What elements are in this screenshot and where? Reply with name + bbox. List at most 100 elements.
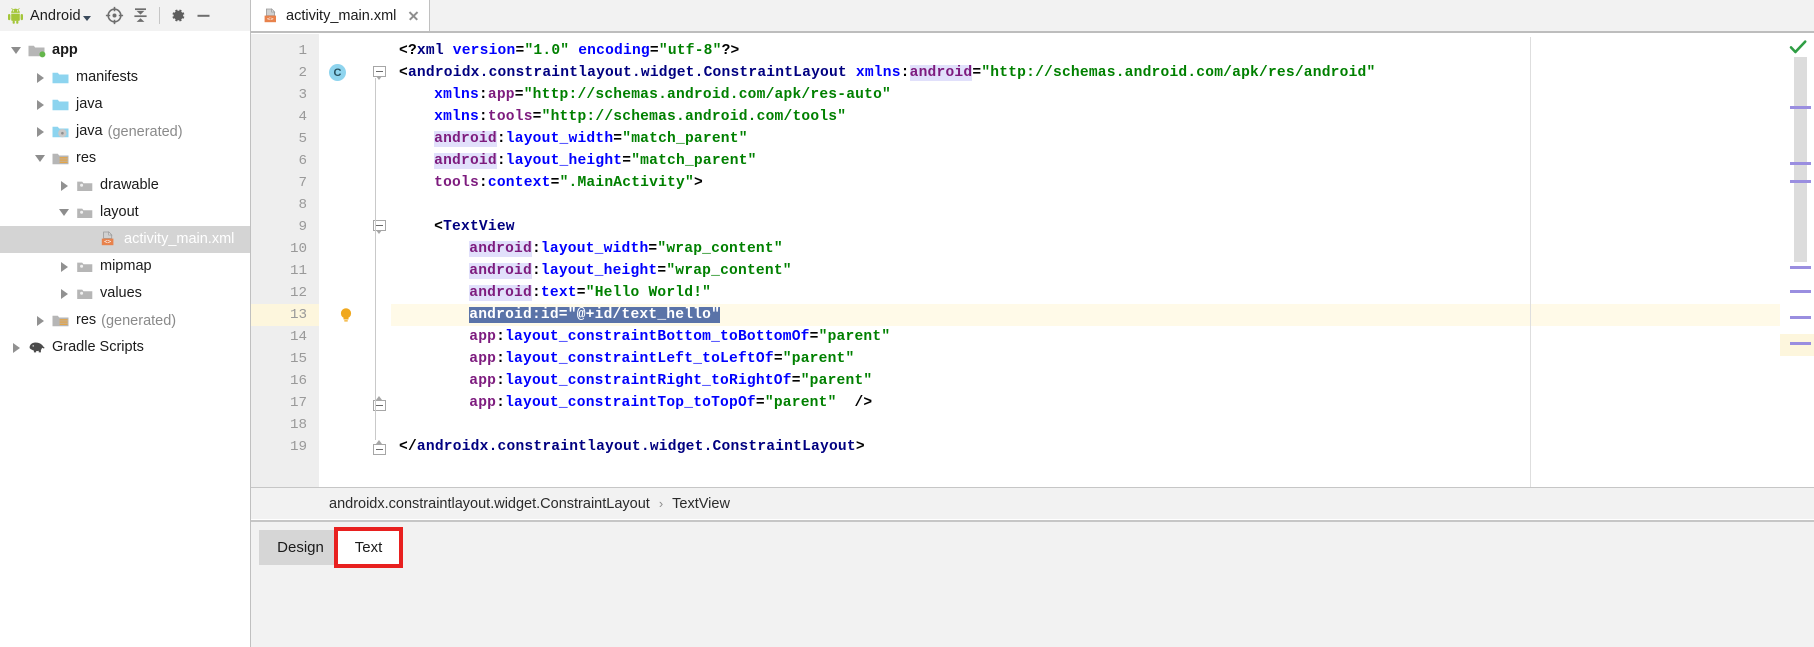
- chevron-right-icon[interactable]: [29, 118, 51, 145]
- usage-marker[interactable]: [1790, 290, 1811, 293]
- usage-marker[interactable]: [1790, 316, 1811, 319]
- line-number: 11: [289, 263, 307, 279]
- line-number: 7: [298, 175, 307, 191]
- code-line-15[interactable]: 15 app:layout_constraintLeft_toLeftOf="pa…: [251, 348, 1814, 370]
- tree-item-label: java: [76, 96, 103, 112]
- tree-item-res[interactable]: res (generated): [0, 307, 250, 334]
- breadcrumb-item-1[interactable]: TextView: [672, 496, 730, 512]
- tree-item-res[interactable]: res: [0, 145, 250, 172]
- minimize-icon[interactable]: [191, 3, 217, 29]
- class-marker-badge[interactable]: C: [329, 64, 346, 81]
- code-line-19[interactable]: 19 </androidx.constraintlayout.widget.Con…: [251, 436, 1814, 458]
- code-line-text: <androidx.constraintlayout.widget.Constr…: [399, 65, 1376, 81]
- tree-item-java[interactable]: java: [0, 91, 250, 118]
- code-line-10[interactable]: 10 android:layout_width="wrap_content": [251, 238, 1814, 260]
- folder-res-icon: [51, 149, 71, 169]
- tree-item-label: res: [76, 312, 97, 328]
- xml-layout-file-icon: <>: [263, 7, 279, 24]
- editor-marker-strip[interactable]: [1780, 34, 1814, 487]
- code-line-text: <TextView: [434, 219, 515, 235]
- usage-marker[interactable]: [1790, 162, 1811, 165]
- fold-guide-textview: [375, 232, 376, 416]
- tree-item-app[interactable]: app: [0, 37, 250, 64]
- line-number: 14: [289, 329, 307, 345]
- tree-item-gradle-scripts[interactable]: Gradle Scripts: [0, 334, 250, 361]
- editor-scrollbar-thumb[interactable]: [1794, 57, 1807, 262]
- tree-item-values[interactable]: values: [0, 280, 250, 307]
- chevron-right-icon[interactable]: [53, 280, 75, 307]
- tree-item-label: Gradle Scripts: [52, 339, 144, 355]
- chevron-right-icon[interactable]: [53, 253, 75, 280]
- code-line-6[interactable]: 6 android:layout_height="match_parent": [251, 150, 1814, 172]
- tree-item-drawable[interactable]: drawable: [0, 172, 250, 199]
- breadcrumb[interactable]: androidx.constraintlayout.widget.Constra…: [251, 487, 1814, 519]
- usage-marker[interactable]: [1790, 342, 1811, 345]
- intention-lightbulb-icon[interactable]: [337, 306, 355, 324]
- code-fold-up-icon[interactable]: [373, 440, 386, 459]
- code-line-13[interactable]: 13 android:id="@+id/text_hello": [251, 304, 1814, 326]
- code-editor-panel: 1 <?xml version="1.0" encoding="utf-8"?> 2…: [250, 31, 1814, 647]
- tree-item-label: drawable: [100, 177, 159, 193]
- tab-text-label: Text: [354, 539, 383, 556]
- editor-mode-tab-bar: Design Text: [251, 520, 1814, 647]
- code-line-5[interactable]: 5 android:layout_width="match_parent": [251, 128, 1814, 150]
- line-number: 18: [289, 417, 307, 433]
- code-line-17[interactable]: 17 app:layout_constraintTop_toTopOf="pare…: [251, 392, 1814, 414]
- code-line-4[interactable]: 4 xmlns:tools="http://schemas.android.com…: [251, 106, 1814, 128]
- code-line-12[interactable]: 12 android:text="Hello World!": [251, 282, 1814, 304]
- project-tree[interactable]: app manifests java java (generated) res drawab…: [0, 31, 250, 647]
- gradle-elephant-icon: [27, 338, 47, 358]
- code-line-11[interactable]: 11 android:layout_height="wrap_content": [251, 260, 1814, 282]
- code-line-background: [391, 194, 1814, 216]
- code-line-text: android:layout_width="match_parent": [434, 131, 748, 147]
- close-icon[interactable]: [407, 9, 420, 22]
- tab-text[interactable]: Text: [337, 530, 400, 565]
- chevron-down-icon[interactable]: [29, 145, 51, 172]
- editor-tab-activity-main-xml[interactable]: <> activity_main.xml: [251, 0, 431, 31]
- line-number: 9: [298, 219, 307, 235]
- tree-item-java[interactable]: java (generated): [0, 118, 250, 145]
- code-line-9[interactable]: 9 <TextView: [251, 216, 1814, 238]
- chevron-down-icon[interactable]: [5, 37, 27, 64]
- chevron-right-icon[interactable]: [5, 334, 27, 361]
- code-line-8[interactable]: 8: [251, 194, 1814, 216]
- line-number: 3: [298, 87, 307, 103]
- usage-marker[interactable]: [1790, 266, 1811, 269]
- chevron-down-icon[interactable]: [53, 199, 75, 226]
- code-line-text: xmlns:tools="http://schemas.android.com/…: [434, 109, 847, 125]
- code-line-1[interactable]: 1 <?xml version="1.0" encoding="utf-8"?>: [251, 40, 1814, 62]
- locate-target-icon[interactable]: [102, 3, 128, 29]
- tree-item-label: app: [52, 42, 78, 58]
- folder-resource-icon: [75, 203, 95, 223]
- tab-design[interactable]: Design: [264, 530, 337, 565]
- code-line-text: tools:context=".MainActivity">: [434, 175, 703, 191]
- chevron-right-icon[interactable]: [53, 172, 75, 199]
- collapse-all-icon[interactable]: [128, 3, 154, 29]
- tree-item-label: manifests: [76, 69, 139, 85]
- svg-text:<>: <>: [104, 239, 111, 245]
- tree-item-activity-main-xml[interactable]: <> activity_main.xml: [0, 226, 250, 253]
- caret-line-marker: [1780, 334, 1814, 356]
- svg-text:<>: <>: [267, 16, 274, 22]
- editor-tab-strip: <> activity_main.xml: [250, 0, 1814, 31]
- code-line-7[interactable]: 7 tools:context=".MainActivity">: [251, 172, 1814, 194]
- code-line-3[interactable]: 3 xmlns:app="http://schemas.android.com/a…: [251, 84, 1814, 106]
- code-line-18[interactable]: 18: [251, 414, 1814, 436]
- code-text-area[interactable]: 1 <?xml version="1.0" encoding="utf-8"?> 2…: [251, 34, 1814, 487]
- tree-item-layout[interactable]: layout: [0, 199, 250, 226]
- chevron-right-icon[interactable]: [29, 64, 51, 91]
- gear-icon[interactable]: [165, 3, 191, 29]
- usage-marker[interactable]: [1790, 180, 1811, 183]
- code-line-14[interactable]: 14 app:layout_constraintBottom_toBottomOf…: [251, 326, 1814, 348]
- usage-marker[interactable]: [1790, 106, 1811, 109]
- chevron-right-icon[interactable]: [29, 307, 51, 334]
- code-line-16[interactable]: 16 app:layout_constraintRight_toRightOf="…: [251, 370, 1814, 392]
- tree-item-mipmap[interactable]: mipmap: [0, 253, 250, 280]
- code-line-text: app:layout_constraintRight_toRightOf="pa…: [469, 373, 873, 389]
- tree-item-manifests[interactable]: manifests: [0, 64, 250, 91]
- chevron-down-icon[interactable]: [82, 15, 91, 21]
- chevron-right-icon[interactable]: [29, 91, 51, 118]
- breadcrumb-item-0[interactable]: androidx.constraintlayout.widget.Constra…: [329, 496, 650, 512]
- code-line-text: app:layout_constraintBottom_toBottomOf="…: [469, 329, 891, 345]
- code-line-2[interactable]: 2 <androidx.constraintlayout.widget.Const…: [251, 62, 1814, 84]
